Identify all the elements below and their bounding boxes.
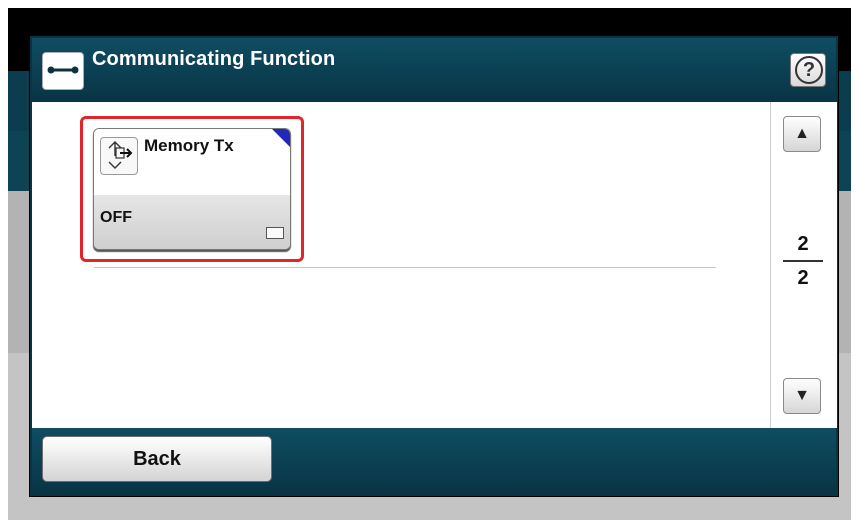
fax-line-icon [42,52,84,90]
corner-marker [272,129,290,147]
scroll-up-button[interactable]: ▲ [783,116,821,152]
settings-list: Memory Tx OFF [32,102,770,428]
dialog-footer: Back [32,428,836,494]
scroll-down-button[interactable]: ▼ [783,378,821,414]
help-icon: ? [795,56,823,84]
page-indicator: 2 2 [781,232,825,290]
setting-name: Memory Tx [144,136,234,155]
page-scroll-column: ▲ 2 2 ▼ [770,102,837,428]
dialog-title: Communicating Function [92,48,336,70]
back-button[interactable]: Back [42,436,272,482]
memory-transmit-icon [100,137,138,175]
divider [94,267,716,268]
memory-tx-setting-button[interactable]: Memory Tx OFF [93,128,291,250]
communicating-function-dialog: Communicating Function ? Memory Tx OFF ▲… [30,36,838,496]
help-button[interactable]: ? [790,53,826,87]
edit-indicator-icon [266,227,284,239]
total-pages: 2 [797,267,809,289]
setting-value: OFF [100,209,132,226]
dialog-header: Communicating Function ? [32,38,836,102]
selection-highlight: Memory Tx OFF [80,116,304,262]
current-page: 2 [797,233,809,255]
